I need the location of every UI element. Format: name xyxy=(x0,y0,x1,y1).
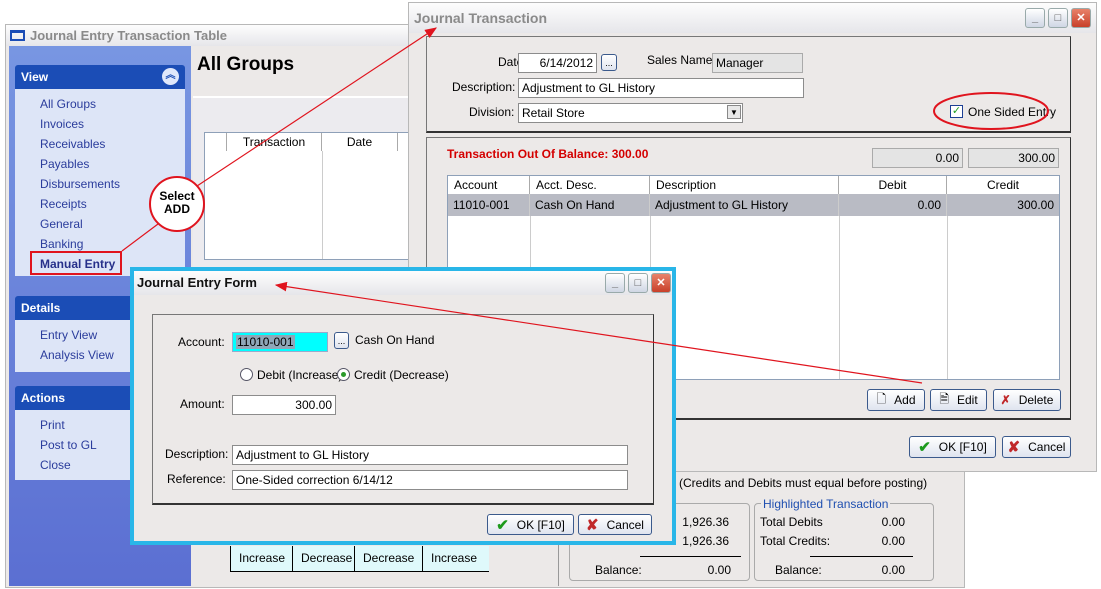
annotation-line xyxy=(121,223,159,252)
annotation-arrow xyxy=(193,27,438,189)
callout-text: Select ADD xyxy=(159,189,195,216)
one-sided-entry-highlight xyxy=(933,92,1049,130)
annotation-overlay xyxy=(121,27,1049,384)
annotation-arrow xyxy=(274,281,923,384)
